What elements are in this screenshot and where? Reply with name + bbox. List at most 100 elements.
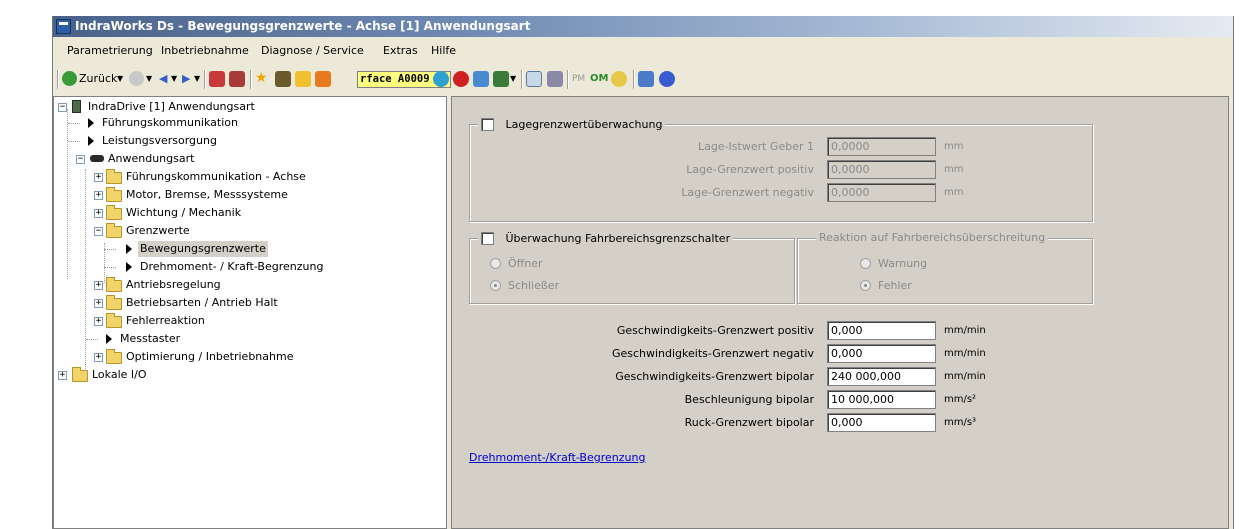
pm-mode-button[interactable]: PM: [572, 71, 585, 87]
back-arrow-icon[interactable]: [62, 71, 77, 86]
collapse-icon[interactable]: −: [94, 227, 103, 236]
forward-dropdown-icon[interactable]: ▼: [146, 71, 152, 87]
lage-istwert-field[interactable]: 0,0000: [827, 137, 936, 156]
ruck-field[interactable]: 0,000: [827, 413, 936, 432]
tree-node-fehlerreaktion[interactable]: + Fehlerreaktion: [94, 313, 394, 329]
menu-bar: Parametrierung Inbetriebnahme Diagnose /…: [53, 40, 1233, 62]
geschw-negativ-field[interactable]: 0,000: [827, 344, 936, 363]
geschw-positiv-field[interactable]: 0,000: [827, 321, 936, 340]
tree-node-fuehrungskommunikation[interactable]: Führungskommunikation: [68, 115, 378, 131]
project-tree[interactable]: − IndraDrive [1] Anwendungsart Führungsk…: [53, 96, 447, 529]
expand-icon[interactable]: +: [94, 173, 103, 182]
drive-dropdown-icon[interactable]: ▼: [510, 71, 516, 87]
toolbar-separator: [633, 70, 635, 89]
tree-label: Drehmoment- / Kraft-Begrenzung: [140, 260, 324, 273]
fahrbereich-group: [469, 238, 795, 304]
geschw-positiv-label: Geschwindigkeits-Grenzwert positiv: [616, 324, 814, 337]
nav-left-icon[interactable]: ◀: [159, 71, 167, 87]
tree-label: Optimierung / Inbetriebnahme: [126, 350, 294, 363]
forward-arrow-icon[interactable]: [129, 71, 144, 86]
schliesser-radio[interactable]: [490, 280, 501, 291]
tools-icon[interactable]: [473, 71, 489, 87]
drive-device-icon: [72, 100, 81, 113]
tree-node-anwendungsart[interactable]: − Anwendungsart: [76, 151, 376, 167]
online-icon[interactable]: [433, 71, 449, 87]
folder-icon: [106, 295, 122, 310]
lage-grenzwert-positiv-field[interactable]: 0,0000: [827, 160, 936, 179]
nav-right-icon[interactable]: ▶: [182, 71, 190, 87]
stop-icon[interactable]: [453, 71, 469, 87]
drive-icon[interactable]: [493, 71, 509, 87]
lage-grenzwert-negativ-field[interactable]: 0,0000: [827, 183, 936, 202]
tree-node-messtaster[interactable]: Messtaster: [86, 331, 396, 347]
help-icon[interactable]: [659, 71, 675, 87]
calculator-icon[interactable]: [295, 71, 311, 87]
tree-label: Grenzwerte: [126, 224, 190, 237]
fehler-radio[interactable]: [860, 280, 871, 291]
oeffner-radio[interactable]: [490, 258, 501, 269]
nav-right-dropdown-icon[interactable]: ▼: [194, 71, 200, 87]
drehmoment-link[interactable]: Drehmoment-/Kraft-Begrenzung: [469, 451, 645, 464]
beschleunigung-label: Beschleunigung bipolar: [684, 393, 814, 406]
tree-label: Antriebsregelung: [126, 278, 221, 291]
network-icon[interactable]: [638, 71, 654, 87]
settings-star-icon[interactable]: [315, 71, 331, 87]
key-icon[interactable]: [611, 71, 627, 87]
tree-node-lokale-io[interactable]: + Lokale I/O: [58, 367, 358, 383]
chart-icon[interactable]: [526, 71, 542, 87]
tree-node-motor-bremse[interactable]: + Motor, Bremse, Messsysteme: [94, 187, 394, 203]
expand-icon[interactable]: +: [94, 281, 103, 290]
tree-label: IndraDrive [1] Anwendungsart: [88, 100, 255, 113]
back-dropdown-icon[interactable]: ▼: [117, 71, 123, 87]
tree-node-fuehrungskommunikation-achse[interactable]: + Führungskommunikation - Achse: [94, 169, 394, 185]
menu-hilfe[interactable]: Hilfe: [431, 44, 456, 57]
lage-checkbox[interactable]: [481, 117, 494, 131]
tree-node-bewegungsgrenzwerte[interactable]: Bewegungsgrenzwerte: [104, 241, 414, 257]
menu-diagnose-service[interactable]: Diagnose / Service: [261, 44, 364, 57]
menu-extras[interactable]: Extras: [383, 44, 418, 57]
folder-icon: [106, 187, 122, 202]
tree-node-grenzwerte[interactable]: − Grenzwerte: [94, 223, 394, 239]
beschleunigung-field[interactable]: 10 000,000: [827, 390, 936, 409]
lage-grenzwert-negativ-unit: mm: [944, 187, 964, 198]
lage-grenzwert-negativ-label: Lage-Grenzwert negativ: [681, 186, 814, 199]
warnung-radio[interactable]: [860, 258, 871, 269]
menu-parametrierung[interactable]: Parametrierung: [67, 44, 153, 57]
collapse-icon[interactable]: −: [76, 155, 85, 164]
geschw-negativ-unit: mm/min: [944, 348, 986, 359]
expand-icon[interactable]: +: [58, 371, 67, 380]
menu-inbetriebnahme[interactable]: Inbetriebnahme: [161, 44, 249, 57]
tree-node-leistungsversorgung[interactable]: Leistungsversorgung: [68, 133, 378, 149]
expand-icon[interactable]: +: [94, 299, 103, 308]
fahrbereich-checkbox[interactable]: [481, 231, 494, 245]
expand-icon[interactable]: +: [94, 191, 103, 200]
tree-node-betriebsarten[interactable]: + Betriebsarten / Antrieb Halt: [94, 295, 394, 311]
parameter-panel: Lagegrenzwertüberwachung Lage-Istwert Ge…: [451, 96, 1229, 529]
tree-label: Motor, Bremse, Messsysteme: [126, 188, 288, 201]
om-mode-button[interactable]: OM: [590, 71, 608, 87]
beschleunigung-unit: mm/s²: [944, 394, 977, 405]
back-button[interactable]: Zurück: [79, 71, 117, 87]
title-bar: IndraWorks Ds - Bewegungsgrenzwerte - Ac…: [53, 16, 1233, 37]
oeffner-label: Öffner: [508, 257, 543, 270]
tree-node-drehmoment[interactable]: Drehmoment- / Kraft-Begrenzung: [104, 259, 414, 275]
binoculars-icon[interactable]: [275, 71, 291, 87]
tree-node-optimierung[interactable]: + Optimierung / Inbetriebnahme: [94, 349, 394, 365]
tree-label: Anwendungsart: [108, 152, 195, 165]
nav-left-dropdown-icon[interactable]: ▼: [171, 71, 177, 87]
expand-icon[interactable]: +: [94, 317, 103, 326]
expand-icon[interactable]: +: [94, 353, 103, 362]
drive-download-icon[interactable]: [229, 71, 245, 87]
collapse-icon[interactable]: −: [58, 103, 67, 112]
tree-node-wichtung[interactable]: + Wichtung / Mechanik: [94, 205, 394, 221]
folder-icon: [72, 367, 88, 382]
tree-node-antriebsregelung[interactable]: + Antriebsregelung: [94, 277, 394, 293]
toolbar-separator: [250, 70, 252, 89]
expand-icon[interactable]: +: [94, 209, 103, 218]
toolbar-separator: [204, 70, 206, 89]
favorites-star-icon[interactable]: ★: [255, 71, 268, 87]
geschw-bipolar-field[interactable]: 240 000,000: [827, 367, 936, 386]
tree-connector: [86, 339, 98, 340]
monitor-icon[interactable]: [547, 71, 563, 87]
drive-upload-icon[interactable]: [209, 71, 225, 87]
